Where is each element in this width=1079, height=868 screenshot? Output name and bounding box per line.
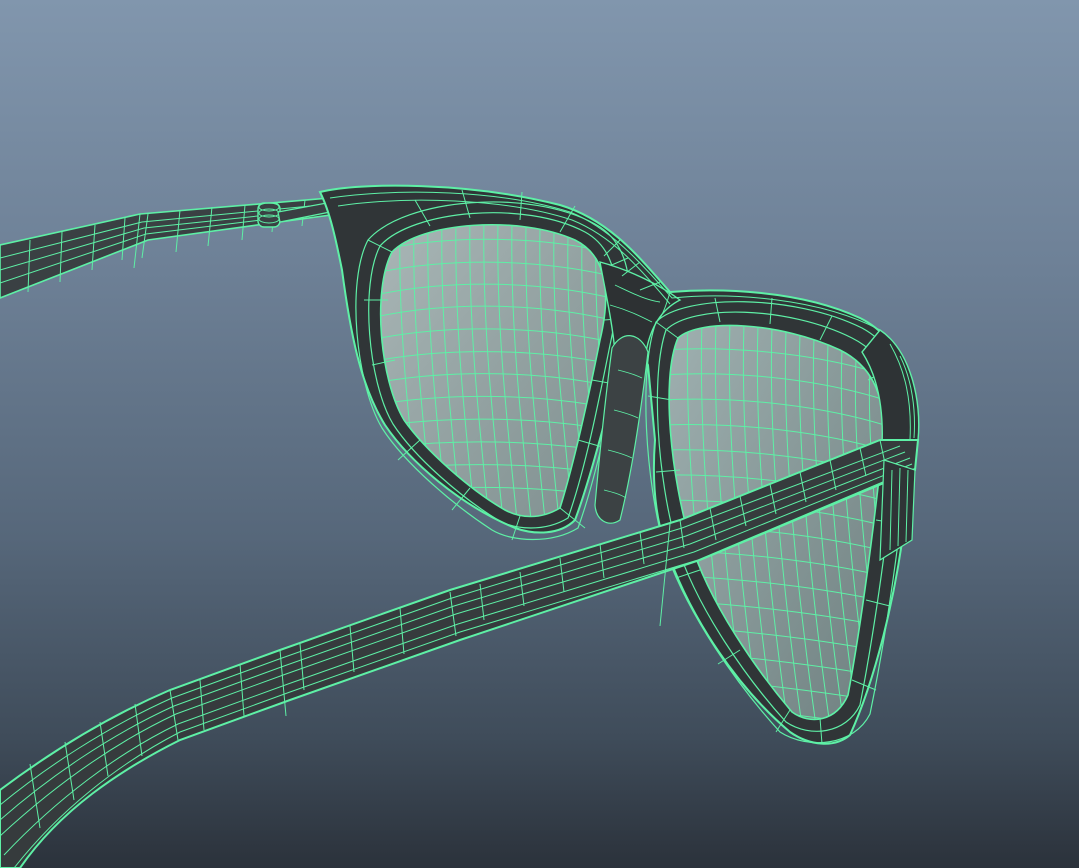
3d-viewport[interactable] [0,0,1079,868]
glasses-wireframe-model[interactable] [0,0,1079,868]
